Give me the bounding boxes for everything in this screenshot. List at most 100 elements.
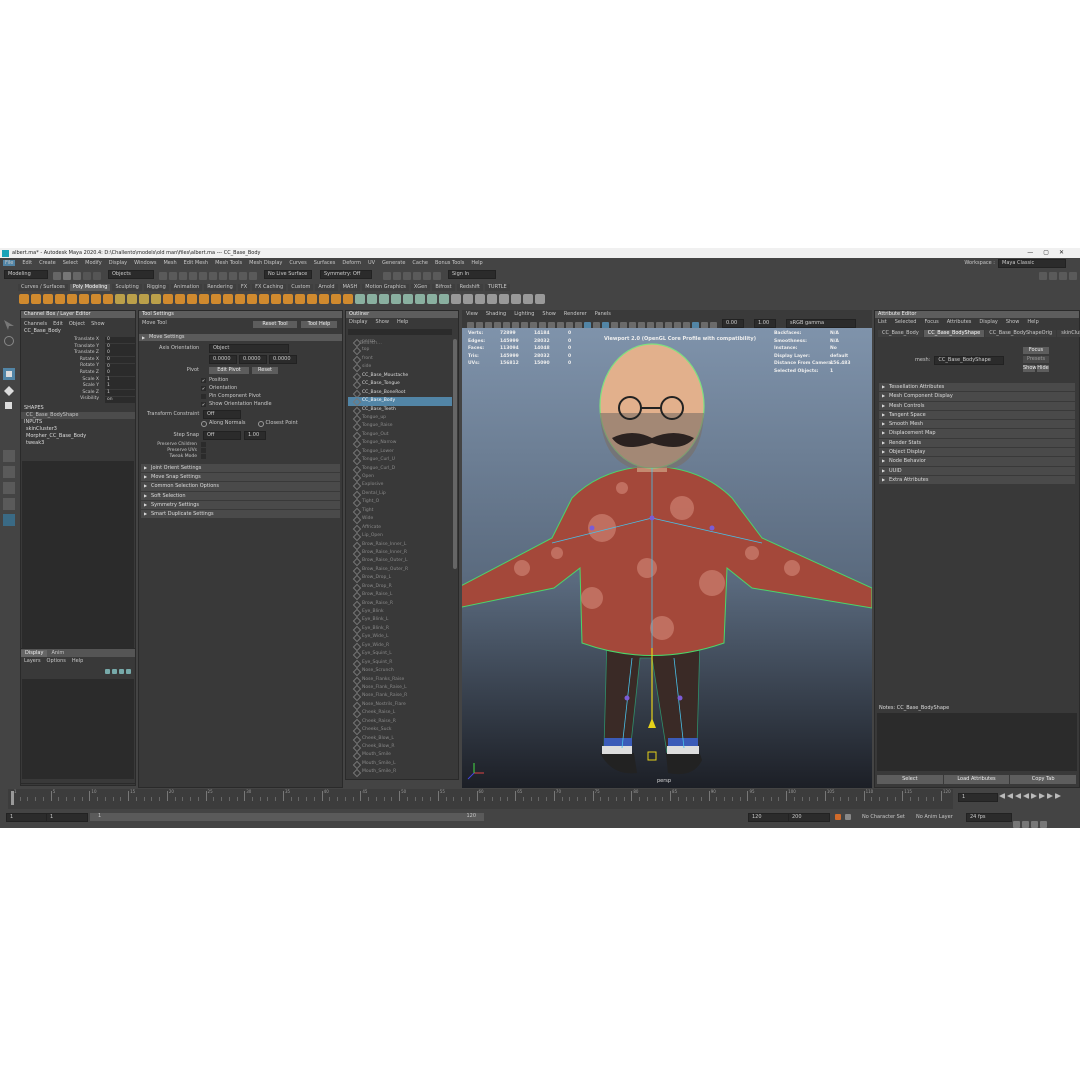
redo-icon[interactable] bbox=[93, 271, 101, 280]
outliner-item[interactable]: top bbox=[348, 346, 452, 354]
presets-button[interactable]: Presets bbox=[1023, 356, 1049, 363]
channel-row[interactable]: Translate Z 0 bbox=[21, 350, 135, 357]
viewport-3d-canvas[interactable]: Verts: 72899 14184 0 Edges: 145999 28032 0 Faces… bbox=[462, 328, 872, 788]
key-icon[interactable] bbox=[845, 814, 851, 820]
channel-value[interactable]: 0 bbox=[105, 357, 135, 364]
channel-value[interactable]: 0 bbox=[105, 350, 135, 357]
attribute-menu-show[interactable]: Show bbox=[1006, 319, 1020, 326]
tab-anim[interactable]: Anim bbox=[47, 650, 68, 657]
outliner-item[interactable]: Tongue_Curl_D bbox=[348, 465, 452, 473]
shelf-bridge-icon[interactable] bbox=[211, 294, 221, 304]
tool-settings-icon[interactable] bbox=[1059, 271, 1067, 280]
attribute-section-displacement-map[interactable]: Displacement Map bbox=[879, 429, 1075, 438]
channel-box-icon[interactable] bbox=[1069, 271, 1077, 280]
transform-constraint-dropdown[interactable]: Off bbox=[203, 410, 241, 419]
attribute-section-object-display[interactable]: Object Display bbox=[879, 448, 1075, 457]
outliner-item[interactable]: Mouth_Smile_R bbox=[348, 768, 452, 776]
input-item[interactable]: tweak3 bbox=[21, 440, 135, 447]
shelf-tab-curves-surfaces[interactable]: Curves / Surfaces bbox=[18, 283, 68, 291]
outliner-item[interactable]: Cheek_Raise_L bbox=[348, 709, 452, 717]
notes-textarea[interactable] bbox=[877, 713, 1077, 771]
shelf-sphere-icon[interactable] bbox=[19, 294, 29, 304]
shelf-cone-icon[interactable] bbox=[55, 294, 65, 304]
shelf-torus-icon[interactable] bbox=[67, 294, 77, 304]
shelf-quad-draw-icon[interactable] bbox=[307, 294, 317, 304]
outliner-item[interactable]: Tight bbox=[348, 507, 452, 515]
outliner-item[interactable]: Brow_Raise_Outer_L bbox=[348, 557, 452, 565]
outliner-item[interactable]: Eye_Wide_L bbox=[348, 633, 452, 641]
shelf-tab-fx-caching[interactable]: FX Caching bbox=[252, 283, 287, 291]
outliner-menu-show[interactable]: Show bbox=[375, 319, 389, 326]
pivot-option-checkbox[interactable] bbox=[201, 393, 206, 399]
window-controls[interactable]: —▢✕ bbox=[1027, 249, 1074, 256]
shelf-connect-icon[interactable] bbox=[295, 294, 305, 304]
menu-windows[interactable]: Windows bbox=[134, 260, 156, 266]
outliner-item[interactable]: Tight_O bbox=[348, 498, 452, 506]
shelf-freeze-icon[interactable] bbox=[523, 294, 533, 304]
select-tool-icon[interactable] bbox=[4, 320, 14, 330]
new-scene-icon[interactable] bbox=[53, 271, 61, 280]
start-time-field[interactable]: 1 bbox=[6, 813, 48, 822]
preserve-option-checkbox[interactable] bbox=[201, 453, 206, 459]
tool-section-joint-orient-settings[interactable]: Joint Orient Settings bbox=[141, 464, 340, 472]
channel-box-menu-show[interactable]: Show bbox=[91, 321, 105, 328]
tool-section-common-selection-options[interactable]: Common Selection Options bbox=[141, 482, 340, 491]
history-icon[interactable] bbox=[239, 271, 247, 280]
outliner-item[interactable]: Eye_Blink bbox=[348, 608, 452, 616]
attribute-menu-display[interactable]: Display bbox=[979, 319, 997, 326]
menu-deform[interactable]: Deform bbox=[342, 260, 361, 266]
shelf-tab-motion-graphics[interactable]: Motion Graphics bbox=[362, 283, 409, 291]
shelf-planar-map-icon[interactable] bbox=[379, 294, 389, 304]
outliner-item[interactable]: Cheek_Blow_R bbox=[348, 743, 452, 751]
attribute-tab[interactable]: CC_Base_BodyShape bbox=[923, 329, 985, 337]
shelf-extract-icon[interactable] bbox=[175, 294, 185, 304]
outliner-item[interactable]: CC_Base_Teeth bbox=[348, 406, 452, 414]
shelf-tab-fx[interactable]: FX bbox=[237, 283, 251, 291]
shelf-multi-cut-icon[interactable] bbox=[271, 294, 281, 304]
outliner-item[interactable]: Brow_Drop_L bbox=[348, 574, 452, 582]
outliner-menu-help[interactable]: Help bbox=[397, 319, 408, 326]
shelf-soft-select-icon[interactable] bbox=[499, 294, 509, 304]
shelf-plane-icon[interactable] bbox=[79, 294, 89, 304]
shelf-tab-custom[interactable]: Custom bbox=[288, 283, 314, 291]
snap-surface-icon[interactable] bbox=[229, 271, 237, 280]
outliner-item[interactable]: Eye_Squint_L bbox=[348, 650, 452, 658]
outliner-item[interactable]: Tongue_Out bbox=[348, 431, 452, 439]
playback-options-icon[interactable] bbox=[1031, 821, 1038, 828]
shelf-cylinder-icon[interactable] bbox=[43, 294, 53, 304]
outliner-item[interactable]: Eye_Wide_R bbox=[348, 642, 452, 650]
live-surface-dropdown[interactable]: No Live Surface bbox=[264, 269, 312, 279]
attribute-copy-tab-button[interactable]: Copy Tab bbox=[1010, 775, 1077, 784]
attribute-section-render-stats[interactable]: Render Stats bbox=[879, 438, 1075, 447]
shelf-symmetry-icon[interactable] bbox=[475, 294, 485, 304]
input-item[interactable]: Morpher_CC_Base_Body bbox=[21, 433, 135, 440]
channel-row[interactable]: Rotate Z 0 bbox=[21, 370, 135, 377]
tool-help-button[interactable]: Tool Help bbox=[301, 321, 337, 328]
fps-dropdown[interactable]: 24 fps bbox=[966, 813, 1012, 822]
outliner-item[interactable]: Nose_Scrunch bbox=[348, 667, 452, 675]
shelf-tab-turtle[interactable]: TURTLE bbox=[484, 283, 510, 291]
lasso-tool-icon[interactable] bbox=[4, 336, 14, 346]
pivot-option-checkbox[interactable]: ✔ bbox=[201, 377, 206, 383]
time-slider-track[interactable]: 1 5 10 15 20 25 30 35 40 45 50 55 60 65 70 75 80 85 90 95 10… bbox=[8, 789, 953, 809]
hypershade-icon[interactable] bbox=[423, 271, 431, 280]
outliner-item[interactable]: Nose_Flank_Raise_L bbox=[348, 684, 452, 692]
shelf-spherical-map-icon[interactable] bbox=[403, 294, 413, 304]
outliner-item[interactable]: CC_Base_Body bbox=[348, 397, 452, 406]
channel-box-menu-object[interactable]: Object bbox=[69, 321, 85, 328]
snap-point-icon[interactable] bbox=[209, 271, 217, 280]
outliner-item[interactable]: Cheeks_Suck bbox=[348, 726, 452, 734]
select-object-icon[interactable] bbox=[169, 271, 177, 280]
attribute-section-tessellation-attributes[interactable]: Tessellation Attributes bbox=[879, 383, 1075, 392]
shelf-crease-icon[interactable] bbox=[487, 294, 497, 304]
tool-section-symmetry-settings[interactable]: Symmetry Settings bbox=[141, 500, 340, 509]
channel-value[interactable]: 1 bbox=[105, 376, 135, 383]
outliner-item[interactable]: Cheek_Blow_L bbox=[348, 735, 452, 743]
maximize-icon[interactable]: ▢ bbox=[1043, 249, 1059, 256]
attribute-section-uuid[interactable]: UUID bbox=[879, 466, 1075, 475]
single-perspective-icon[interactable] bbox=[3, 450, 15, 462]
attribute-tab[interactable]: skinCluster3 bbox=[1057, 329, 1080, 337]
shelf-fill-hole-icon[interactable] bbox=[259, 294, 269, 304]
menu-display[interactable]: Display bbox=[109, 260, 127, 266]
menu-edit[interactable]: Edit bbox=[22, 260, 32, 266]
